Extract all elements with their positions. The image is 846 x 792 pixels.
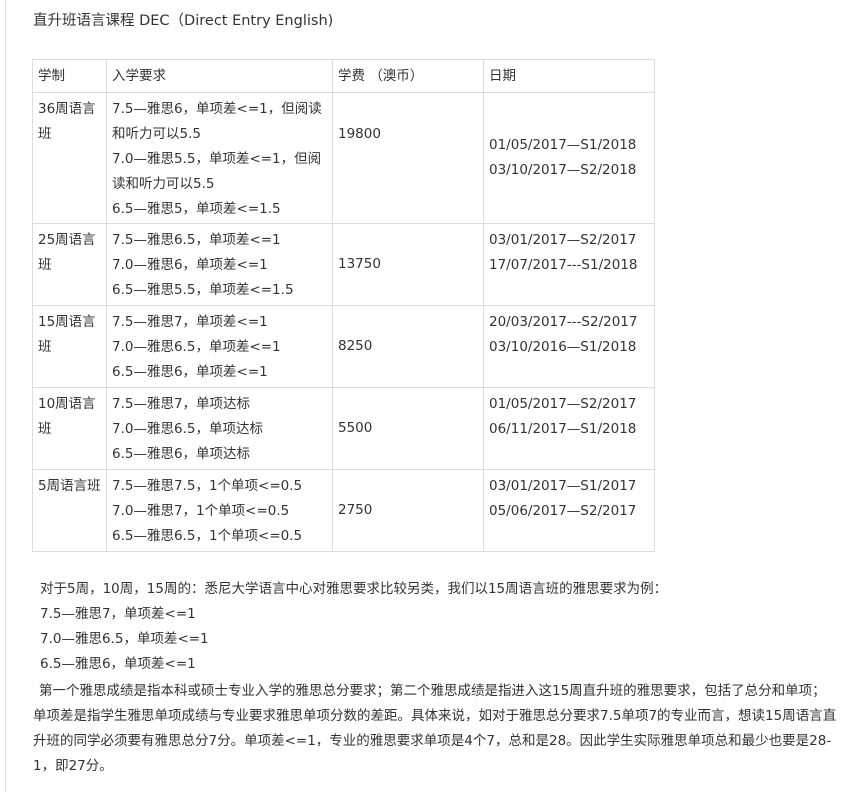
requirement-line: 7.5—雅思6.5，单项差<=1 xyxy=(112,232,281,248)
table-row: 5周语言班 7.5—雅思7.5，1个单项<=0.5 7.0—雅思7，1个单项<=… xyxy=(32,469,655,552)
fee-cell: 13750 xyxy=(332,223,484,306)
example-line: 7.5—雅思7，单项差<=1 xyxy=(40,606,196,622)
page-title: 直升班语言课程 DEC（Direct Entry English) xyxy=(33,13,334,29)
intro-paragraph: 对于5周，10周，15周的：悉尼大学语言中心对雅思要求比较另类，我们以15周语言… xyxy=(40,581,668,597)
date-line: 20/03/2017---S2/2017 xyxy=(489,314,638,330)
requirements-cell: 7.5—雅思7.5，1个单项<=0.5 7.0—雅思7，1个单项<=0.5 6.… xyxy=(106,469,333,552)
duration-cell: 36周语言班 xyxy=(32,92,107,224)
table-row: 36周语言班 7.5—雅思6，单项差<=1，但阅读和听力可以5.5 7.0—雅思… xyxy=(32,92,655,224)
date-line: 06/11/2017—S1/2018 xyxy=(489,421,637,437)
dates-cell: 03/01/2017—S2/2017 17/07/2017---S1/2018 xyxy=(483,223,655,306)
duration-cell: 25周语言班 xyxy=(32,223,107,306)
date-line: 05/06/2017—S2/2017 xyxy=(489,503,637,519)
date-line: 03/10/2016—S1/2018 xyxy=(489,339,637,355)
requirement-line: 7.5—雅思7，单项达标 xyxy=(112,396,251,412)
date-line: 01/05/2017—S1/2018 xyxy=(489,137,637,153)
duration-cell: 10周语言班 xyxy=(32,387,107,470)
dates-cell: 01/05/2017—S2/2017 06/11/2017—S1/2018 xyxy=(483,387,655,470)
date-line: 17/07/2017---S1/2018 xyxy=(489,257,638,273)
requirement-line: 6.5—雅思5.5，单项差<=1.5 xyxy=(112,282,294,298)
fee-cell: 2750 xyxy=(332,469,484,552)
date-line: 03/01/2017—S1/2017 xyxy=(489,478,637,494)
requirements-cell: 7.5—雅思6，单项差<=1，但阅读和听力可以5.5 7.0—雅思5.5，单项差… xyxy=(106,92,333,224)
header-dates: 日期 xyxy=(483,59,655,93)
duration-cell: 15周语言班 xyxy=(32,305,107,388)
header-requirements: 入学要求 xyxy=(106,59,333,93)
requirement-line: 7.5—雅思6，单项差<=1，但阅读和听力可以5.5 xyxy=(112,101,322,142)
left-divider xyxy=(5,0,6,792)
header-duration: 学制 xyxy=(32,59,107,93)
fee-cell: 8250 xyxy=(332,305,484,388)
example-line: 6.5—雅思6，单项差<=1 xyxy=(40,656,196,672)
table-row: 15周语言班 7.5—雅思7，单项差<=1 7.0—雅思6.5，单项差<=1 6… xyxy=(32,305,655,388)
fee-cell: 19800 xyxy=(332,92,484,224)
example-line: 7.0—雅思6.5，单项差<=1 xyxy=(40,631,209,647)
requirement-line: 7.5—雅思7，单项差<=1 xyxy=(112,314,268,330)
requirements-cell: 7.5—雅思7，单项达标 7.0—雅思6.5，单项达标 6.5—雅思6，单项达标 xyxy=(106,387,333,470)
requirement-line: 6.5—雅思6，单项差<=1 xyxy=(112,364,268,380)
requirement-line: 7.0—雅思5.5，单项差<=1，但阅读和听力可以5.5 xyxy=(112,151,322,192)
course-table: 学制 入学要求 学费 （澳币） 日期 36周语言班 7.5—雅思6，单项差<=1… xyxy=(32,59,655,552)
requirement-line: 6.5—雅思6.5，1个单项<=0.5 xyxy=(112,528,303,544)
table-header-row: 学制 入学要求 学费 （澳币） 日期 xyxy=(32,59,655,93)
explanation-paragraph: 第一个雅思成绩是指本科或硕士专业入学的雅思总分要求；第二个雅思成绩是指进入这15… xyxy=(33,683,837,774)
table-row: 25周语言班 7.5—雅思6.5，单项差<=1 7.0—雅思6，单项差<=1 6… xyxy=(32,223,655,306)
requirements-cell: 7.5—雅思7，单项差<=1 7.0—雅思6.5，单项差<=1 6.5—雅思6，… xyxy=(106,305,333,388)
date-line: 03/01/2017—S2/2017 xyxy=(489,232,637,248)
requirement-line: 7.5—雅思7.5，1个单项<=0.5 xyxy=(112,478,303,494)
dates-cell: 20/03/2017---S2/2017 03/10/2016—S1/2018 xyxy=(483,305,655,388)
requirements-cell: 7.5—雅思6.5，单项差<=1 7.0—雅思6，单项差<=1 6.5—雅思5.… xyxy=(106,223,333,306)
header-fee: 学费 （澳币） xyxy=(332,59,484,93)
requirement-line: 6.5—雅思6，单项达标 xyxy=(112,446,251,462)
dates-cell: 03/01/2017—S1/2017 05/06/2017—S2/2017 xyxy=(483,469,655,552)
date-line: 01/05/2017—S2/2017 xyxy=(489,396,637,412)
table-row: 10周语言班 7.5—雅思7，单项达标 7.0—雅思6.5，单项达标 6.5—雅… xyxy=(32,387,655,470)
requirement-line: 7.0—雅思6，单项差<=1 xyxy=(112,257,268,273)
fee-cell: 5500 xyxy=(332,387,484,470)
duration-cell: 5周语言班 xyxy=(32,469,107,552)
date-line: 03/10/2017—S2/2018 xyxy=(489,162,637,178)
requirement-line: 7.0—雅思6.5，单项差<=1 xyxy=(112,339,281,355)
dates-cell: 01/05/2017—S1/2018 03/10/2017—S2/2018 xyxy=(483,92,655,224)
requirement-line: 7.0—雅思7，1个单项<=0.5 xyxy=(112,503,290,519)
requirement-line: 6.5—雅思5，单项差<=1.5 xyxy=(112,201,281,217)
requirement-line: 7.0—雅思6.5，单项达标 xyxy=(112,421,263,437)
